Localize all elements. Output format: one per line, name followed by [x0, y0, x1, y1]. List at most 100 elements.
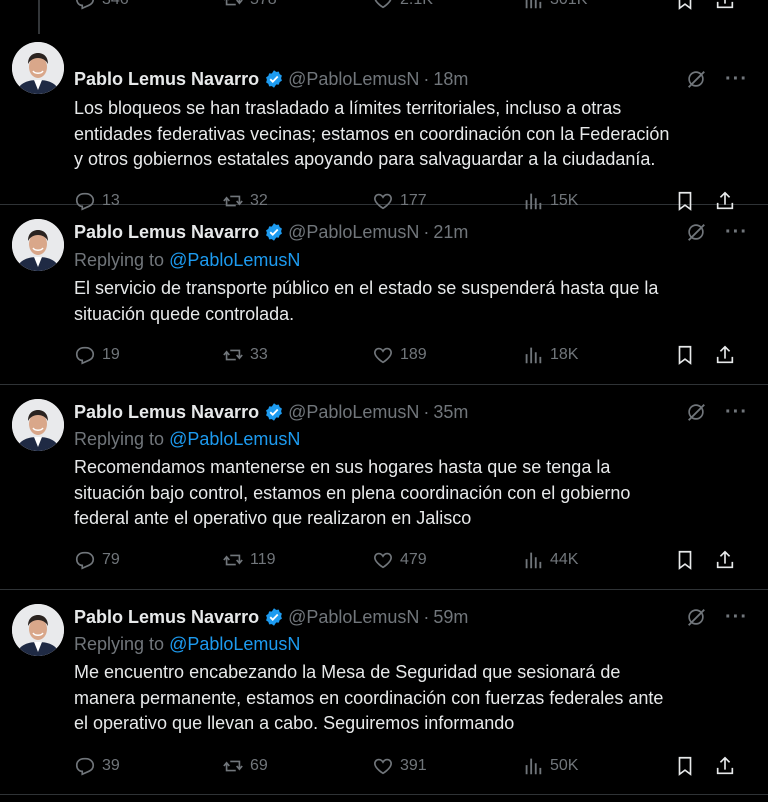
views-count: 50K: [550, 757, 579, 774]
reply-button[interactable]: 346: [74, 0, 129, 14]
author-name[interactable]: Pablo Lemus Navarro: [74, 402, 259, 423]
like-count: 2.1K: [400, 0, 433, 9]
grok-icon[interactable]: [685, 68, 707, 90]
views-button[interactable]: 18K: [522, 341, 578, 369]
like-button[interactable]: 2.1K: [372, 0, 433, 14]
repost-icon: [223, 0, 243, 6]
repost-icon: [223, 349, 243, 361]
tweet-text: Me encuentro encabezando la Mesa de Segu…: [74, 662, 664, 733]
tweet-actions: 79 119 479 44K: [74, 546, 744, 574]
like-button[interactable]: 189: [372, 341, 427, 369]
timestamp[interactable]: 18m: [433, 69, 468, 90]
like-button[interactable]: 479: [372, 546, 427, 574]
timestamp[interactable]: 21m: [433, 222, 468, 243]
repost-icon: [223, 760, 243, 772]
verified-badge-icon: [266, 608, 282, 626]
verified-badge-icon: [266, 223, 282, 241]
repost-icon: [223, 554, 243, 566]
repost-count: 69: [250, 757, 268, 774]
replying-prefix: Replying to: [74, 429, 165, 449]
bookmark-icon: [678, 0, 692, 10]
repost-count: 578: [250, 0, 277, 9]
verified-badge-icon: [266, 403, 282, 421]
share-icon: [716, 345, 734, 364]
views-button[interactable]: 301K: [522, 0, 587, 14]
author-name[interactable]: Pablo Lemus Navarro: [74, 222, 259, 243]
reply-button[interactable]: 19: [74, 341, 120, 369]
replying-prefix: Replying to: [74, 634, 165, 654]
reply-icon: [75, 346, 95, 365]
views-icon: [525, 0, 542, 9]
repost-button[interactable]: 578: [222, 0, 277, 14]
views-button[interactable]: 50K: [522, 752, 578, 780]
grok-icon[interactable]: [685, 401, 707, 423]
grok-icon[interactable]: [685, 606, 707, 628]
timestamp[interactable]: 35m: [433, 402, 468, 423]
like-icon: [374, 0, 392, 9]
replying-to-link[interactable]: @PabloLemusN: [169, 250, 300, 270]
like-icon: [374, 552, 392, 569]
reply-count: 39: [102, 757, 120, 774]
tweet[interactable]: Pablo Lemus Navarro @PabloLemusN · 59m ·…: [0, 589, 768, 795]
separator-dot: ·: [423, 401, 430, 422]
bookmark-icon: [678, 550, 692, 570]
bookmark-button[interactable]: [674, 546, 696, 574]
views-icon: [525, 552, 542, 569]
bookmark-button[interactable]: [674, 0, 696, 14]
repost-count: 119: [250, 551, 276, 568]
more-icon[interactable]: ···: [725, 401, 748, 424]
tweet-header: Pablo Lemus Navarro @PabloLemusN · 35m ·…: [74, 400, 748, 424]
author-handle[interactable]: @PabloLemusN: [288, 402, 419, 423]
replying-to: Replying to @PabloLemusN: [74, 250, 300, 271]
share-button[interactable]: [714, 546, 736, 574]
like-icon: [374, 758, 392, 775]
reply-button[interactable]: 79: [74, 546, 120, 574]
share-button[interactable]: [714, 752, 736, 780]
more-icon[interactable]: ···: [725, 68, 748, 91]
avatar[interactable]: [12, 219, 64, 271]
reply-button[interactable]: 39: [74, 752, 120, 780]
more-icon[interactable]: ···: [725, 606, 748, 629]
more-icon[interactable]: ···: [725, 221, 748, 244]
share-button[interactable]: [714, 341, 736, 369]
bookmark-icon: [678, 756, 692, 776]
share-button[interactable]: [714, 0, 736, 14]
repost-button[interactable]: 119: [222, 546, 276, 574]
replying-to: Replying to @PabloLemusN: [74, 429, 300, 450]
timestamp[interactable]: 59m: [433, 607, 468, 628]
author-handle[interactable]: @PabloLemusN: [288, 69, 419, 90]
replying-to: Replying to @PabloLemusN: [74, 634, 300, 655]
tweet-text: Recomendamos mantenerse en sus hogares h…: [74, 457, 631, 528]
author-name[interactable]: Pablo Lemus Navarro: [74, 69, 259, 90]
repost-button[interactable]: 69: [222, 752, 268, 780]
author-handle[interactable]: @PabloLemusN: [288, 222, 419, 243]
tweet-header: Pablo Lemus Navarro @PabloLemusN · 21m ·…: [74, 220, 748, 244]
bookmark-button[interactable]: [674, 341, 696, 369]
separator-dot: ·: [423, 606, 430, 627]
like-button[interactable]: 391: [372, 752, 427, 780]
avatar[interactable]: [12, 399, 64, 451]
share-icon: [716, 550, 734, 569]
bookmark-button[interactable]: [674, 752, 696, 780]
avatar[interactable]: [12, 604, 64, 656]
tweet-text: Los bloqueos se han trasladado a límites…: [74, 98, 670, 169]
tweet[interactable]: Pablo Lemus Navarro @PabloLemusN · 35m ·…: [0, 384, 768, 590]
tweet-actions: 19 33 189 18K: [74, 341, 744, 369]
views-icon: [525, 347, 542, 364]
replying-to-link[interactable]: @PabloLemusN: [169, 634, 300, 654]
avatar[interactable]: [12, 42, 64, 94]
views-button[interactable]: 44K: [522, 546, 578, 574]
author-name[interactable]: Pablo Lemus Navarro: [74, 607, 259, 628]
tweet[interactable]: Pablo Lemus Navarro @PabloLemusN · 18m ·…: [0, 26, 768, 211]
reply-icon: [75, 551, 95, 570]
tweet[interactable]: Pablo Lemus Navarro @PabloLemusN · 21m ·…: [0, 204, 768, 385]
reply-icon: [75, 0, 95, 10]
separator-dot: ·: [423, 221, 430, 242]
replying-to-link[interactable]: @PabloLemusN: [169, 429, 300, 449]
tweet-actions: 39 69 391 50K: [74, 752, 744, 780]
grok-icon[interactable]: [685, 221, 707, 243]
author-handle[interactable]: @PabloLemusN: [288, 607, 419, 628]
repost-button[interactable]: 33: [222, 341, 268, 369]
like-count: 391: [400, 757, 427, 774]
reply-count: 346: [102, 0, 129, 9]
